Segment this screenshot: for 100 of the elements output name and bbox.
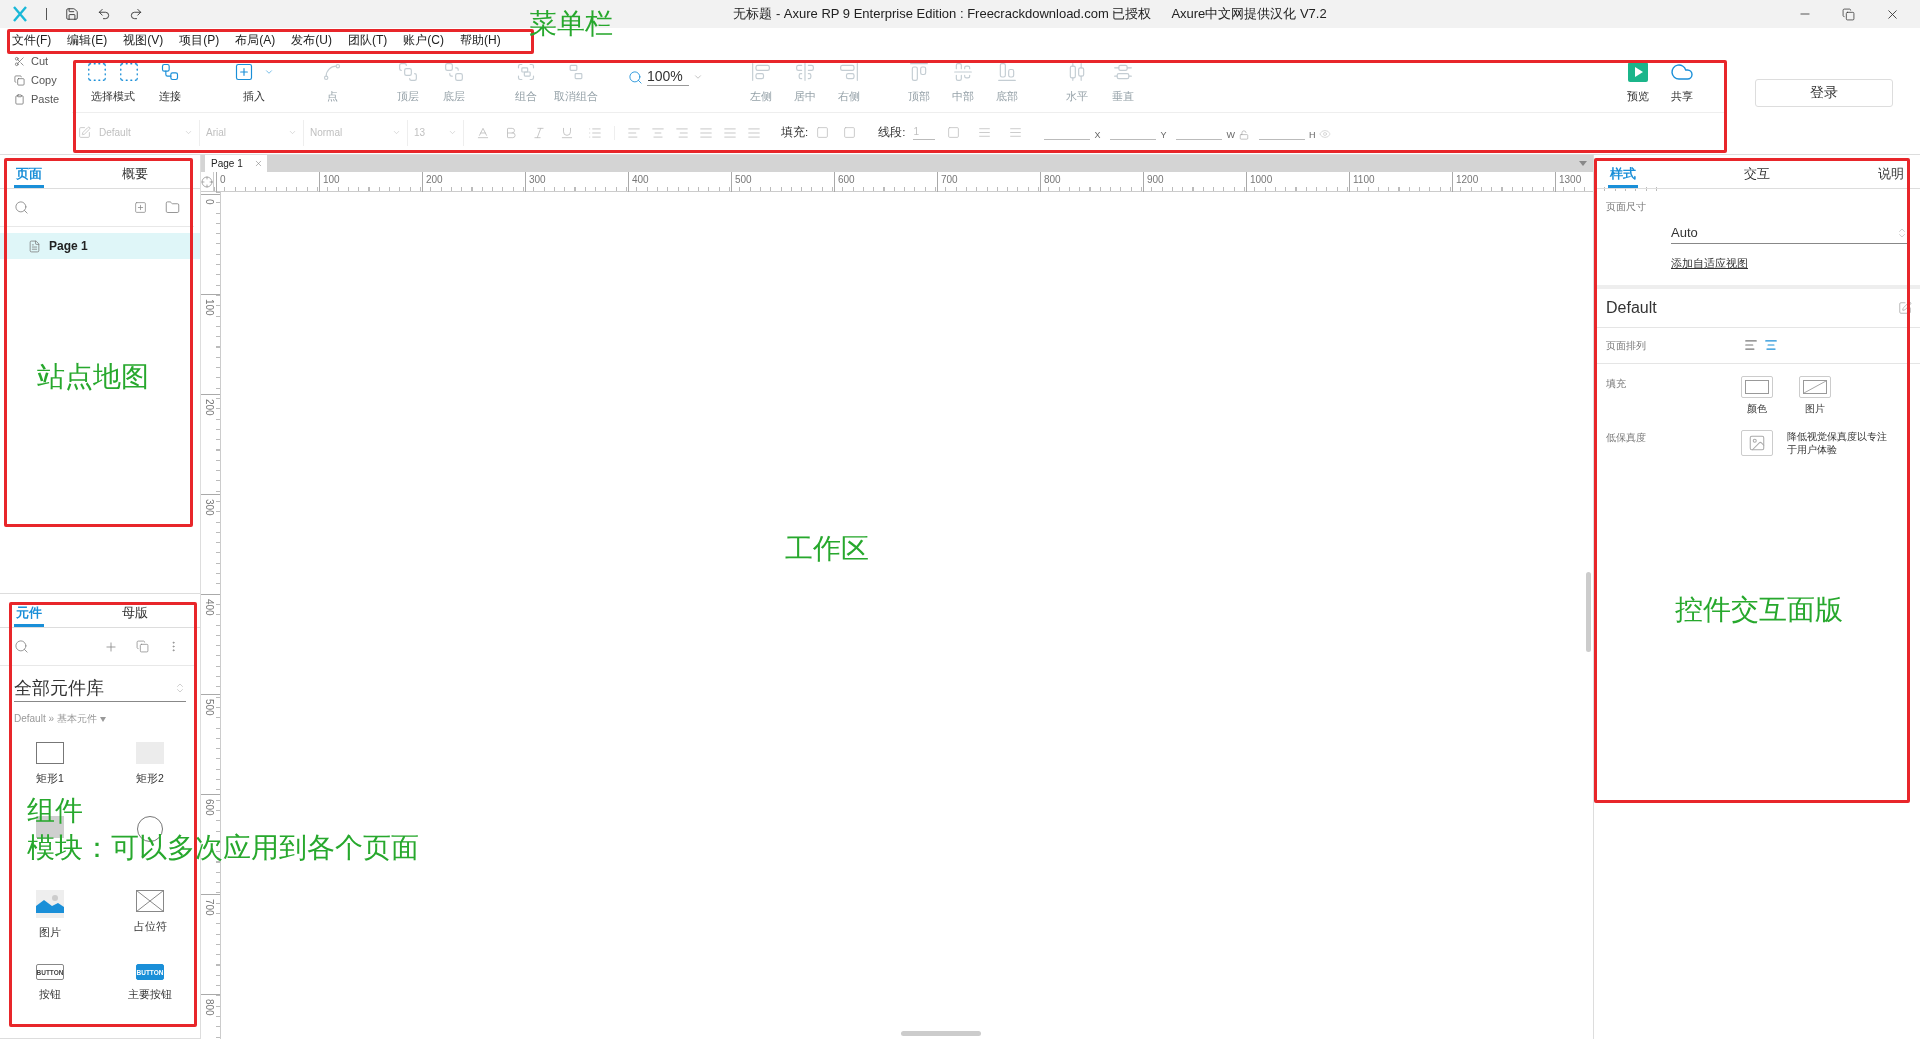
menu-item[interactable]: 帮助(H)	[460, 31, 501, 49]
style-name: Default	[1606, 299, 1657, 317]
fill-color-swatch[interactable]	[1741, 376, 1773, 398]
align-right-icon[interactable]	[675, 125, 689, 140]
panel-tab[interactable]: 元件	[14, 594, 44, 627]
line-color-icon[interactable]	[947, 126, 961, 139]
style-value: Default	[99, 127, 131, 138]
connect-button[interactable]: 连接	[152, 60, 188, 104]
divider	[46, 8, 47, 20]
bold-icon[interactable]	[504, 125, 518, 140]
annotation-label: 站点地图	[37, 363, 149, 391]
caret-icon	[448, 128, 457, 137]
fidelity-toggle[interactable]	[1741, 430, 1773, 456]
page-item[interactable]: Page 1	[0, 233, 200, 259]
ruler-label: 100	[204, 299, 215, 316]
panel-tab[interactable]: 样式	[1608, 155, 1638, 188]
lock-icon[interactable]	[1238, 129, 1249, 140]
underline-icon[interactable]	[560, 125, 574, 140]
edit-icon	[78, 126, 91, 139]
search-icon[interactable]	[14, 200, 29, 215]
menu-item[interactable]: 布局(A)	[235, 31, 276, 49]
panel-tab[interactable]: 页面	[14, 155, 44, 188]
undo-icon[interactable]	[97, 7, 111, 21]
library-value: 全部元件库	[14, 676, 104, 700]
annotation-label: 工作区	[785, 535, 869, 563]
line-spacing-icon[interactable]	[723, 125, 737, 140]
cut-button[interactable]: Cut	[14, 54, 72, 68]
window-subtitle: Axure中文网提供汉化 V7.2	[1171, 5, 1327, 23]
line-style-icon[interactable]	[978, 126, 992, 139]
align-left-icon[interactable]	[627, 125, 641, 140]
widget-tile[interactable]: 矩形2	[115, 742, 185, 798]
menu-item[interactable]: 项目(P)	[179, 31, 220, 49]
shadow-icon[interactable]	[843, 126, 857, 139]
share-button[interactable]: 共享	[1664, 60, 1700, 104]
insert-button[interactable]: 插入	[232, 60, 276, 104]
menu-item[interactable]: 视图(V)	[123, 31, 164, 49]
menu-item[interactable]: 账户(C)	[403, 31, 444, 49]
copy-button[interactable]: Copy	[14, 73, 72, 87]
eye-icon[interactable]	[1319, 127, 1332, 140]
widget-tile[interactable]: 矩形1	[15, 742, 85, 798]
edit-icon[interactable]	[1898, 301, 1912, 315]
preview-button[interactable]: 预览	[1620, 60, 1656, 104]
italic-icon[interactable]	[532, 125, 546, 140]
fill-image-swatch[interactable]	[1799, 376, 1831, 398]
panel-tab[interactable]: 母版	[120, 594, 150, 627]
fidelity-label: 低保真度	[1606, 432, 1646, 443]
adaptive-view-link[interactable]: 添加自适应视图	[1671, 256, 1748, 271]
copy-icon	[14, 74, 25, 86]
arrow-style-icon[interactable]	[1009, 126, 1023, 139]
add-page-icon[interactable]	[134, 201, 147, 214]
panel-tab[interactable]: 概要	[120, 155, 150, 188]
fill-color-icon[interactable]	[816, 126, 830, 139]
save-icon[interactable]	[65, 7, 79, 21]
list-icon[interactable]	[588, 125, 602, 140]
panel-tab[interactable]: 交互	[1742, 155, 1772, 188]
menu-item[interactable]: 发布(U)	[291, 31, 332, 49]
plus-icon	[234, 62, 254, 82]
menu-item[interactable]: 文件(F)	[12, 31, 52, 49]
ruler-label: 1200	[1456, 174, 1479, 185]
folder-icon[interactable]	[165, 200, 180, 215]
paste-button[interactable]: Paste	[14, 92, 72, 106]
group-icon	[516, 62, 536, 82]
panel-tab[interactable]: 说明	[1876, 155, 1906, 188]
dashed-square-icon	[118, 61, 140, 83]
page-size-label: 页面尺寸	[1606, 201, 1646, 212]
restore-icon[interactable]	[1842, 7, 1855, 21]
scrollbar[interactable]	[1586, 572, 1591, 652]
bring-front-icon	[398, 62, 418, 82]
search-icon[interactable]	[14, 639, 29, 654]
fill-option-label: 图片	[1805, 402, 1825, 416]
logo-icon	[12, 6, 28, 22]
fill-label: 填充	[1606, 378, 1626, 389]
fill-label: 填充:	[781, 125, 809, 140]
widget-tile[interactable]: 图片	[15, 890, 85, 946]
font-value: Arial	[206, 127, 226, 138]
justify-icon[interactable]	[699, 125, 713, 140]
clipboard-icon	[14, 93, 25, 105]
ruler-label: 0	[204, 199, 215, 205]
updown-icon	[174, 681, 186, 694]
font-color-icon[interactable]	[476, 125, 490, 140]
ruler-label: 1100	[1353, 174, 1375, 185]
menu-item[interactable]: 团队(T)	[348, 31, 388, 49]
image-icon	[1748, 434, 1766, 452]
menu-item[interactable]: 编辑(E)	[67, 31, 108, 49]
line-spacing-icon[interactable]	[747, 125, 761, 140]
redo-icon[interactable]	[129, 7, 143, 21]
ruler-label: 200	[426, 174, 443, 185]
ruler-label: 100	[323, 174, 340, 185]
widget-tile[interactable]: 占位符	[115, 890, 185, 946]
page-tab[interactable]: Page 1	[205, 155, 267, 172]
login-button[interactable]: 登录	[1754, 79, 1893, 107]
add-icon[interactable]	[104, 639, 118, 654]
scrollbar[interactable]	[901, 1031, 981, 1036]
line-label: 线段:	[878, 125, 906, 140]
page-size-dropdown[interactable]: Auto	[1671, 222, 1908, 244]
zoom-dropdown[interactable]: 100%	[628, 68, 703, 86]
library-dropdown[interactable]: 全部元件库	[14, 674, 186, 702]
libraries-icon[interactable]	[136, 640, 149, 653]
select-mode-button[interactable]: 选择模式	[84, 60, 142, 104]
align-center-icon[interactable]	[651, 125, 665, 140]
